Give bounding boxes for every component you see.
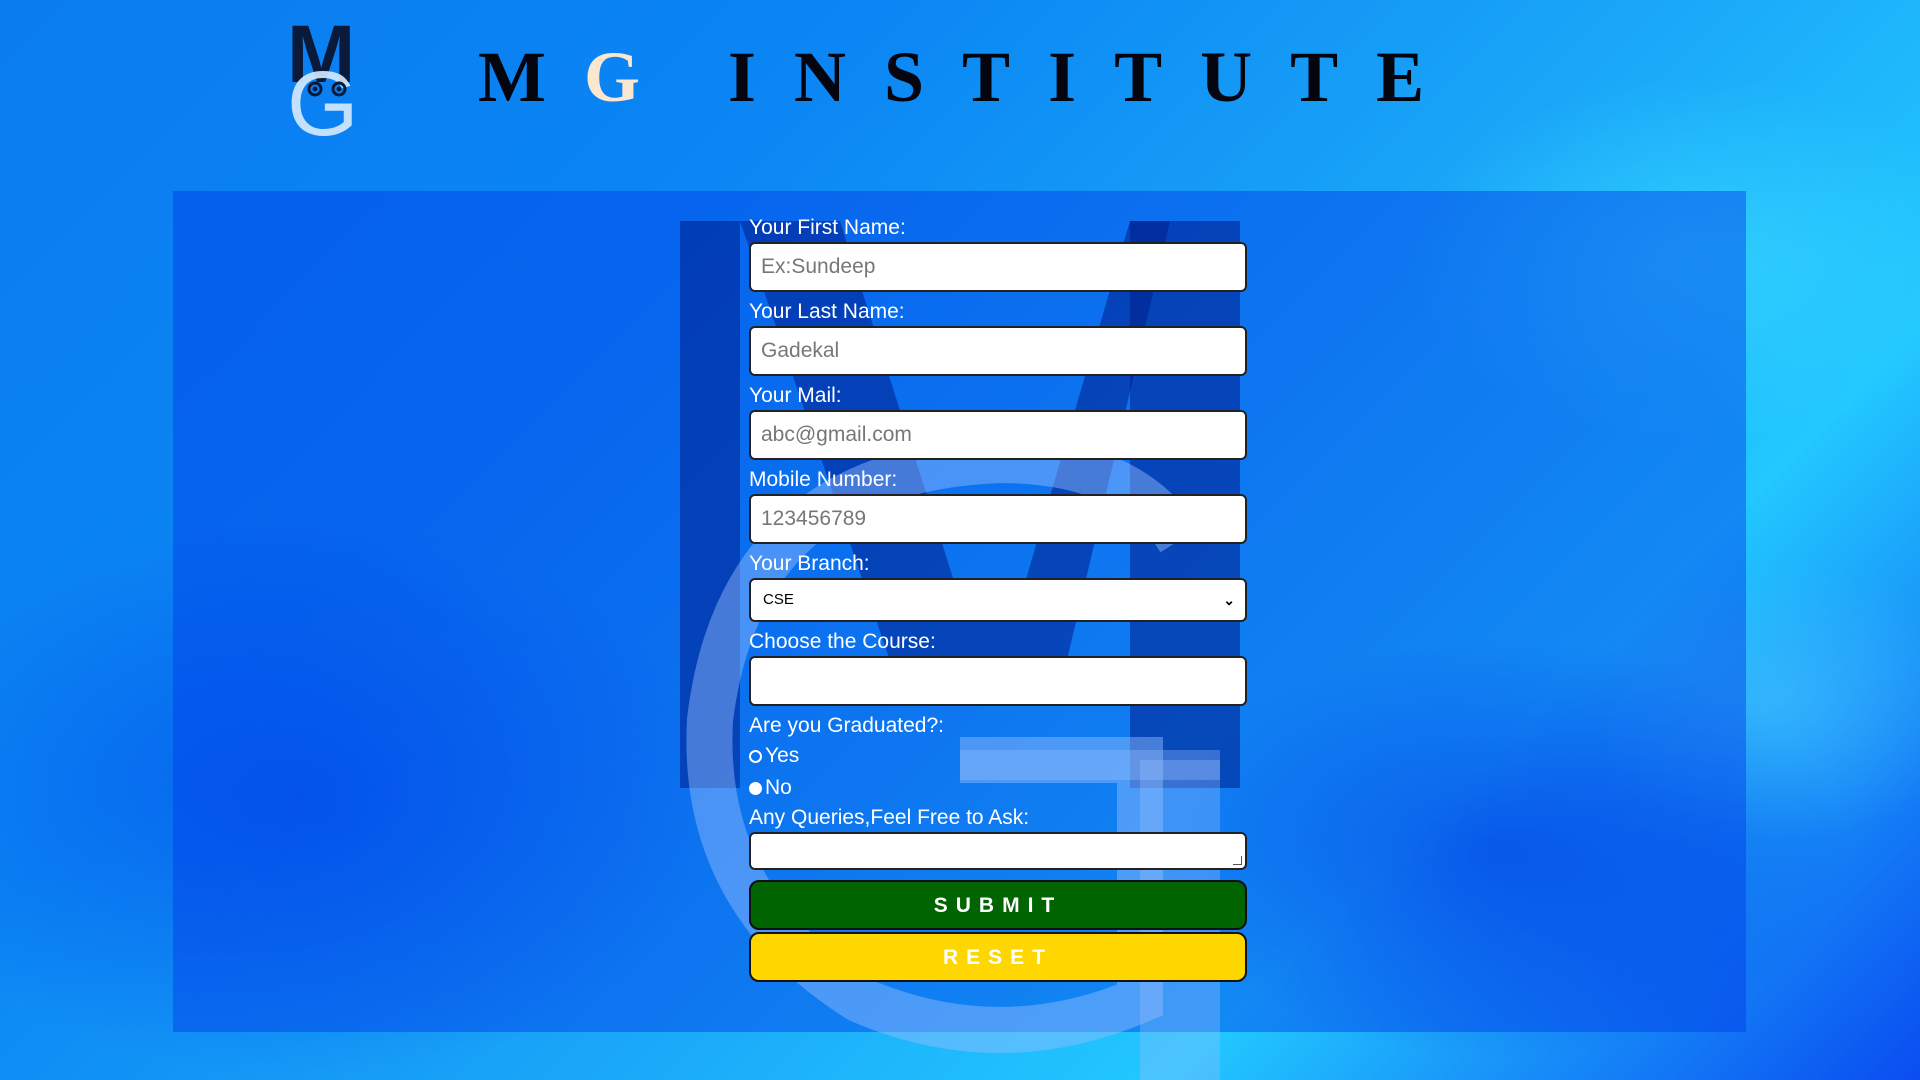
radio-yes-icon[interactable] [749, 749, 762, 763]
registration-form: Your First Name: Your Last Name: Your Ma… [749, 214, 1247, 984]
radio-no-label: No [765, 776, 792, 799]
queries-label: Any Queries,Feel Free to Ask: [749, 806, 1030, 829]
mg-logo: M G [285, 14, 365, 151]
course-label: Choose the Course: [749, 630, 936, 653]
chevron-down-icon: ⌄ [1223, 592, 1235, 608]
radio-option-no[interactable]: No [749, 772, 1247, 804]
logo-letter-g: G [287, 53, 359, 155]
site-title: MG INSTITUTE [478, 37, 1463, 117]
radio-no-icon[interactable] [749, 781, 762, 795]
mail-label: Your Mail: [749, 384, 842, 407]
course-input[interactable] [749, 656, 1247, 706]
branch-select[interactable]: CSE ⌄ [749, 578, 1247, 622]
branch-label: Your Branch: [749, 552, 870, 575]
branch-selected-value: CSE [763, 591, 794, 608]
first-name-label: Your First Name: [749, 216, 906, 239]
site-header: M G MG INSTITUTE [0, 0, 1920, 170]
reset-button[interactable]: RESET [749, 932, 1247, 982]
first-name-input[interactable] [749, 242, 1247, 292]
last-name-label: Your Last Name: [749, 300, 905, 323]
mail-input[interactable] [749, 410, 1247, 460]
radio-option-yes[interactable]: Yes [749, 740, 1247, 772]
queries-textarea[interactable] [749, 832, 1247, 870]
title-m: M [478, 37, 584, 117]
last-name-input[interactable] [749, 326, 1247, 376]
graduated-label: Are you Graduated?: [749, 714, 944, 737]
radio-yes-label: Yes [765, 744, 800, 767]
mobile-label: Mobile Number: [749, 468, 898, 491]
mobile-input[interactable] [749, 494, 1247, 544]
submit-button[interactable]: SUBMIT [749, 880, 1247, 930]
logo-eyes-icon [307, 81, 347, 97]
title-institute: INSTITUTE [727, 37, 1463, 117]
title-g: G [583, 37, 678, 117]
resize-grip-icon[interactable] [1233, 856, 1242, 865]
